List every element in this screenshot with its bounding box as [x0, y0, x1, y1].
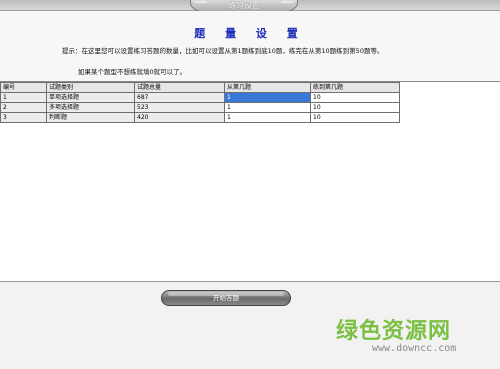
table-header-row: 编号 试题类别 试题总量 从第几题 练到第几题 — [0, 82, 400, 93]
table-row: 2 多项选择题 523 1 10 — [0, 102, 400, 113]
cell-from-input[interactable]: 1 — [224, 112, 311, 123]
column-header-from[interactable]: 从第几题 — [224, 82, 311, 93]
page-title: 题 量 设 置 — [194, 27, 306, 40]
settings-header: 题 量 设 置 提示：在这里您可以设置练习答题的数量，比如可以设置从第1题练到底… — [0, 11, 500, 81]
column-header-total[interactable]: 试题总量 — [134, 82, 225, 93]
title-ornament-left — [194, 1, 212, 11]
cell-id: 1 — [0, 92, 47, 103]
cell-category: 多项选择题 — [46, 102, 135, 113]
cell-total: 420 — [134, 112, 225, 123]
table-row: 3 判断题 420 1 10 — [0, 112, 400, 123]
cell-category: 判断题 — [46, 112, 135, 123]
practice-settings-window: 练习设置 题 量 设 置 提示：在这里您可以设置练习答题的数量，比如可以设置从第… — [0, 0, 500, 369]
column-header-to[interactable]: 练到第几题 — [310, 82, 400, 93]
cell-from-input[interactable]: 1 — [224, 92, 311, 103]
cell-total: 687 — [134, 92, 225, 103]
cell-id: 3 — [0, 112, 47, 123]
cell-id: 2 — [0, 102, 47, 113]
cell-total: 523 — [134, 102, 225, 113]
cell-to-input[interactable]: 10 — [310, 102, 400, 113]
hint-text: 提示：在这里您可以设置练习答题的数量，比如可以设置从第1题练到底10题，练完在从… — [62, 47, 384, 55]
column-header-id[interactable]: 编号 — [0, 82, 47, 93]
window-title: 练习设置 — [228, 1, 260, 10]
start-answering-button[interactable]: 开始答题 — [161, 290, 291, 306]
cell-from-input[interactable]: 1 — [224, 102, 311, 113]
watermark-logo-text: 绿色资源网 — [336, 319, 452, 344]
column-header-category[interactable]: 试题类别 — [46, 82, 135, 93]
button-highlight — [168, 292, 284, 296]
cell-to-input[interactable]: 10 — [310, 112, 400, 123]
cell-to-input[interactable]: 10 — [310, 92, 400, 103]
question-count-grid: 编号 试题类别 试题总量 从第几题 练到第几题 1 单项选择题 687 1 10… — [0, 81, 500, 281]
cell-category: 单项选择题 — [46, 92, 135, 103]
table-row: 1 单项选择题 687 1 10 — [0, 92, 400, 103]
title-ornament-right — [276, 1, 294, 11]
hint-text-secondary: 如果某个题型不想练就填0就可以了。 — [78, 68, 187, 76]
watermark-url: www.downcc.com — [372, 343, 457, 354]
settings-table: 编号 试题类别 试题总量 从第几题 练到第几题 1 单项选择题 687 1 10… — [0, 82, 400, 123]
